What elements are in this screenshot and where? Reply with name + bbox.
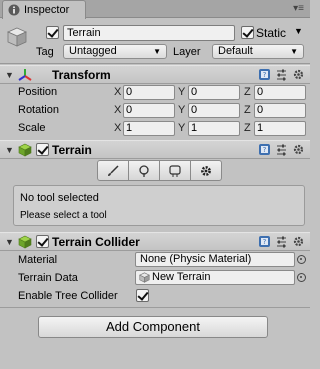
tab-menu-icon[interactable]: ▾≡ bbox=[293, 3, 304, 15]
component-title: Terrain Collider bbox=[52, 235, 140, 249]
gameobject-header: Terrain Static ▼ Tag Untagged ▼ Layer De… bbox=[0, 19, 310, 64]
terrain-cube-icon bbox=[18, 143, 32, 157]
material-label: Material bbox=[18, 254, 58, 266]
static-checkbox[interactable] bbox=[241, 26, 254, 39]
layer-label: Layer bbox=[173, 46, 201, 58]
gear-icon[interactable] bbox=[292, 68, 305, 81]
gameobject-cube-icon bbox=[7, 27, 27, 47]
position-x-field[interactable]: 0 bbox=[123, 85, 175, 100]
layer-dropdown[interactable]: Default ▼ bbox=[212, 44, 304, 59]
scale-x-field[interactable]: 1 bbox=[123, 121, 175, 136]
terrain-asset-icon bbox=[139, 272, 150, 283]
tag-dropdown[interactable]: Untagged ▼ bbox=[63, 44, 167, 59]
paint-texture-tool-button[interactable] bbox=[97, 160, 129, 181]
svg-text:?: ? bbox=[263, 146, 267, 154]
tree-icon bbox=[139, 164, 149, 177]
rotation-x-field[interactable]: 0 bbox=[123, 103, 175, 118]
paint-brush-icon bbox=[108, 164, 119, 176]
gear-icon[interactable] bbox=[292, 143, 305, 156]
component-title: Transform bbox=[52, 68, 111, 82]
axis-z-label: Z bbox=[244, 86, 251, 98]
rotation-y-field[interactable]: 0 bbox=[188, 103, 240, 118]
settings-icon bbox=[201, 165, 211, 176]
preset-sliders-icon[interactable] bbox=[275, 143, 288, 156]
tag-label: Tag bbox=[36, 46, 54, 58]
tab-inspector[interactable]: Inspector bbox=[2, 0, 86, 19]
terrain-collider-header[interactable]: ▼ Terrain Collider ? bbox=[0, 232, 310, 251]
chevron-down-icon: ▼ bbox=[290, 47, 298, 56]
terrain-data-field[interactable]: New Terrain bbox=[135, 270, 295, 285]
help-book-icon[interactable]: ? bbox=[258, 68, 271, 81]
rotation-z-field[interactable]: 0 bbox=[254, 103, 306, 118]
svg-text:?: ? bbox=[263, 238, 267, 246]
material-field[interactable]: None (Physic Material) bbox=[135, 252, 295, 267]
help-book-icon[interactable]: ? bbox=[258, 143, 271, 156]
add-component-button[interactable]: Add Component bbox=[38, 316, 268, 338]
preset-sliders-icon[interactable] bbox=[275, 68, 288, 81]
paint-details-tool-button[interactable] bbox=[159, 160, 191, 181]
svg-text:?: ? bbox=[263, 71, 267, 79]
terrain-header[interactable]: ▼ Terrain ? bbox=[0, 140, 310, 159]
help-book-icon[interactable]: ? bbox=[258, 235, 271, 248]
terrain-enabled-checkbox[interactable] bbox=[36, 143, 49, 156]
scale-z-field[interactable]: 1 bbox=[254, 121, 306, 136]
inspector-tabbar: Inspector ▾≡ bbox=[0, 0, 310, 19]
tag-value: Untagged bbox=[69, 45, 117, 57]
component-title: Terrain bbox=[52, 143, 92, 157]
terrain-data-value: New Terrain bbox=[152, 271, 211, 283]
static-label: Static bbox=[256, 26, 287, 40]
position-y-field[interactable]: 0 bbox=[188, 85, 240, 100]
object-picker-icon[interactable] bbox=[297, 273, 306, 282]
tool-help-box: No tool selected Please select a tool bbox=[13, 185, 305, 226]
terrain-data-label: Terrain Data bbox=[18, 272, 78, 284]
divider bbox=[0, 307, 310, 308]
info-icon bbox=[8, 4, 20, 16]
terrain-collider-cube-icon bbox=[18, 235, 32, 249]
axis-x-label: X bbox=[114, 104, 122, 116]
tree-collider-checkbox[interactable] bbox=[136, 289, 149, 302]
scale-label: Scale bbox=[18, 122, 46, 134]
preset-sliders-icon[interactable] bbox=[275, 235, 288, 248]
position-z-field[interactable]: 0 bbox=[254, 85, 306, 100]
name-field[interactable]: Terrain bbox=[63, 25, 235, 41]
transform-header[interactable]: ▼ Transform ? bbox=[0, 65, 310, 84]
help-text: Please select a tool bbox=[20, 210, 107, 221]
chevron-down-icon: ▼ bbox=[153, 47, 161, 56]
layer-value: Default bbox=[218, 45, 253, 57]
collider-enabled-checkbox[interactable] bbox=[36, 235, 49, 248]
help-title: No tool selected bbox=[20, 192, 99, 204]
axis-y-label: Y bbox=[178, 86, 186, 98]
terrain-settings-tool-button[interactable] bbox=[190, 160, 222, 181]
scale-y-field[interactable]: 1 bbox=[188, 121, 240, 136]
transform-axes-icon bbox=[18, 69, 32, 81]
gear-icon[interactable] bbox=[292, 235, 305, 248]
axis-x-label: X bbox=[114, 122, 122, 134]
axis-z-label: Z bbox=[244, 104, 251, 116]
axis-y-label: Y bbox=[178, 122, 186, 134]
foldout-arrow-icon[interactable]: ▼ bbox=[5, 237, 14, 247]
terrain-tool-toolbar bbox=[97, 160, 222, 182]
rotation-label: Rotation bbox=[18, 104, 59, 116]
static-dropdown-icon[interactable]: ▼ bbox=[294, 26, 303, 36]
object-picker-icon[interactable] bbox=[297, 255, 306, 264]
axis-x-label: X bbox=[114, 86, 122, 98]
axis-y-label: Y bbox=[178, 104, 186, 116]
tab-label: Inspector bbox=[24, 4, 70, 16]
place-trees-tool-button[interactable] bbox=[128, 160, 160, 181]
active-checkbox[interactable] bbox=[46, 26, 59, 39]
detail-icon bbox=[169, 164, 181, 177]
foldout-arrow-icon[interactable]: ▼ bbox=[5, 70, 14, 80]
foldout-arrow-icon[interactable]: ▼ bbox=[5, 145, 14, 155]
axis-z-label: Z bbox=[244, 122, 251, 134]
tree-collider-label: Enable Tree Collider bbox=[18, 290, 118, 302]
position-label: Position bbox=[18, 86, 58, 98]
